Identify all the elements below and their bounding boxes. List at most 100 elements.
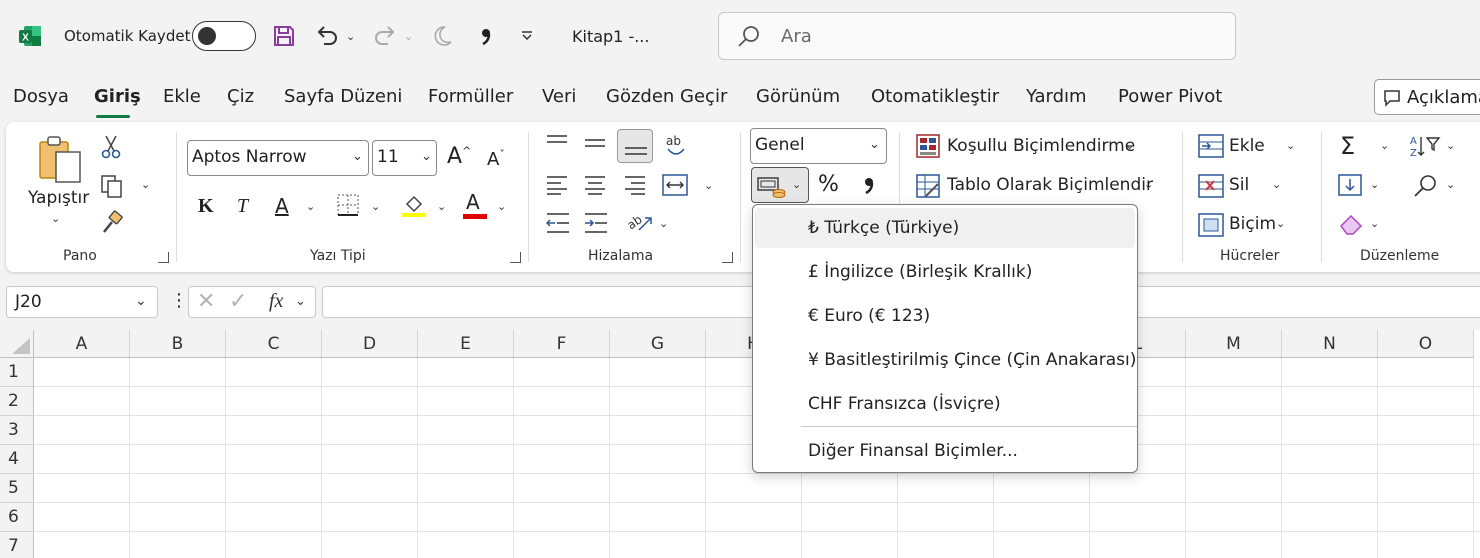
tab-ekle[interactable]: Ekle: [163, 86, 201, 107]
format-as-table-icon[interactable]: [916, 174, 940, 198]
font-color-button[interactable]: A: [462, 190, 490, 220]
cut-scissors-icon[interactable]: [100, 134, 122, 160]
search-box[interactable]: Ara: [718, 12, 1236, 60]
format-painter-icon[interactable]: [100, 210, 124, 234]
clear-chevron-down-icon[interactable]: ⌄: [1370, 217, 1379, 230]
clipboard-dialog-launcher-icon[interactable]: [158, 252, 169, 263]
sort-filter-icon[interactable]: AZ: [1410, 134, 1444, 158]
font-name-select[interactable]: Aptos Narrow ⌄: [187, 140, 369, 176]
insert-function-fx-icon[interactable]: fx: [269, 290, 283, 313]
conditional-formatting-label[interactable]: Koşullu Biçimlendirme: [947, 136, 1135, 156]
comma-style-icon[interactable]: [478, 24, 494, 48]
align-bottom-button[interactable]: [617, 129, 653, 163]
tab-ciz[interactable]: Çiz: [227, 86, 254, 107]
tab-formuller[interactable]: Formüller: [428, 86, 513, 107]
fill-color-icon[interactable]: [401, 192, 427, 218]
align-center-icon[interactable]: [584, 175, 606, 195]
insert-cells-chevron-down-icon[interactable]: ⌄: [1286, 139, 1295, 152]
clear-eraser-icon[interactable]: [1338, 212, 1364, 236]
tab-dosya[interactable]: Dosya: [13, 86, 69, 107]
fx-chevron-down-icon[interactable]: ⌄: [295, 294, 306, 309]
undo-chevron-down-icon[interactable]: ⌄: [346, 30, 355, 43]
align-middle-icon[interactable]: [584, 134, 606, 156]
column-header[interactable]: F: [514, 330, 610, 358]
underline-chevron-down-icon[interactable]: ⌄: [306, 200, 315, 213]
insert-cells-label[interactable]: Ekle: [1229, 136, 1265, 156]
insert-cells-icon[interactable]: [1198, 134, 1224, 158]
merge-chevron-down-icon[interactable]: ⌄: [704, 179, 713, 192]
font-dialog-launcher-icon[interactable]: [510, 252, 521, 263]
copy-chevron-down-icon[interactable]: ⌄: [141, 178, 150, 191]
tab-power-pivot[interactable]: Power Pivot: [1118, 86, 1222, 107]
delete-cells-icon[interactable]: [1198, 174, 1224, 198]
save-icon[interactable]: [272, 24, 296, 48]
fill-down-icon[interactable]: [1338, 174, 1362, 198]
grow-font-icon[interactable]: A^: [447, 144, 471, 169]
number-format-select[interactable]: Genel ⌄: [750, 128, 887, 164]
borders-icon[interactable]: [337, 194, 359, 216]
menu-item-chinese-yuan[interactable]: ¥ Basitleştirilmiş Çince (Çin Anakarası): [755, 340, 1136, 380]
tab-gorunum[interactable]: Görünüm: [756, 86, 840, 107]
undo-icon[interactable]: [314, 22, 340, 48]
column-header[interactable]: G: [610, 330, 706, 358]
italic-button[interactable]: T: [237, 195, 248, 218]
autosum-chevron-down-icon[interactable]: ⌄: [1380, 139, 1389, 152]
row-header[interactable]: 6: [0, 503, 34, 532]
increase-indent-icon[interactable]: [584, 212, 608, 234]
copy-icon[interactable]: [100, 174, 124, 198]
format-as-table-label[interactable]: Tablo Olarak Biçimlendir: [947, 175, 1153, 195]
fill-color-chevron-down-icon[interactable]: ⌄: [437, 200, 446, 213]
orientation-icon[interactable]: ab: [625, 210, 653, 236]
column-header[interactable]: D: [322, 330, 418, 358]
align-top-icon[interactable]: [546, 134, 568, 152]
conditional-formatting-chevron-down-icon[interactable]: ⌄: [1125, 139, 1134, 152]
comma-style-button-icon[interactable]: [862, 174, 876, 196]
tab-veri[interactable]: Veri: [542, 86, 576, 107]
comments-button[interactable]: Açıklama: [1374, 79, 1480, 115]
row-header[interactable]: 5: [0, 474, 34, 503]
autosave-toggle[interactable]: [192, 21, 256, 51]
menu-item-turkish-lira[interactable]: ₺ Türkçe (Türkiye): [755, 208, 1135, 248]
font-color-chevron-down-icon[interactable]: ⌄: [497, 200, 506, 213]
tab-otomatiklestir[interactable]: Otomatikleştir: [871, 86, 999, 107]
paste-chevron-down-icon[interactable]: ⌄: [51, 212, 60, 225]
delete-cells-label[interactable]: Sil: [1229, 175, 1249, 195]
column-header[interactable]: A: [34, 330, 130, 358]
column-header[interactable]: C: [226, 330, 322, 358]
column-header[interactable]: O: [1378, 330, 1474, 358]
accounting-format-button[interactable]: ⌄: [751, 167, 809, 203]
dark-mode-moon-icon[interactable]: [430, 24, 454, 48]
tab-gozden-gecir[interactable]: Gözden Geçir: [606, 86, 727, 107]
sort-filter-chevron-down-icon[interactable]: ⌄: [1446, 139, 1455, 152]
row-header[interactable]: 4: [0, 445, 34, 474]
align-right-icon[interactable]: [624, 175, 646, 195]
column-header[interactable]: E: [418, 330, 514, 358]
customize-toolbar-icon[interactable]: [520, 30, 534, 42]
align-left-icon[interactable]: [546, 175, 568, 195]
tab-giris[interactable]: Giriş: [94, 86, 141, 107]
conditional-formatting-icon[interactable]: [916, 134, 940, 158]
format-cells-icon[interactable]: [1198, 213, 1224, 237]
tab-yardim[interactable]: Yardım: [1026, 86, 1087, 107]
autosum-sigma-icon[interactable]: Σ: [1340, 132, 1355, 160]
menu-item-british-pound[interactable]: £ İngilizce (Birleşik Krallık): [755, 252, 1135, 292]
menu-item-more-financial-formats[interactable]: Diğer Finansal Biçimler...: [755, 431, 1135, 471]
column-header[interactable]: N: [1282, 330, 1378, 358]
formula-bar-more-icon[interactable]: ⋮: [170, 290, 188, 311]
merge-center-icon[interactable]: [662, 174, 688, 196]
paste-icon[interactable]: [36, 134, 84, 184]
column-header[interactable]: M: [1186, 330, 1282, 358]
tab-sayfa-duzeni[interactable]: Sayfa Düzeni: [284, 86, 402, 107]
underline-button[interactable]: A: [275, 194, 289, 218]
menu-item-euro[interactable]: € Euro (€ 123): [755, 296, 1135, 336]
row-header[interactable]: 7: [0, 532, 34, 558]
alignment-dialog-launcher-icon[interactable]: [722, 252, 733, 263]
row-header[interactable]: 1: [0, 358, 34, 387]
find-select-icon[interactable]: [1412, 174, 1438, 198]
name-box[interactable]: J20 ⌄: [6, 286, 158, 318]
font-size-select[interactable]: 11 ⌄: [372, 140, 437, 176]
paste-label[interactable]: Yapıştır: [28, 188, 89, 208]
shrink-font-icon[interactable]: Aˇ: [487, 148, 505, 170]
borders-chevron-down-icon[interactable]: ⌄: [371, 200, 380, 213]
percent-style-button[interactable]: %: [818, 172, 839, 197]
